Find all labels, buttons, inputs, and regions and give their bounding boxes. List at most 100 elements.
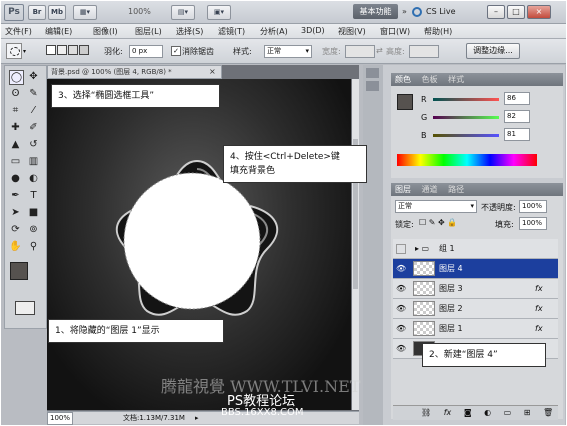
link-layers-icon[interactable]: ⛓ xyxy=(421,408,431,417)
color-spectrum-bar[interactable] xyxy=(397,154,537,166)
channel-g-input[interactable]: 82 xyxy=(504,110,530,123)
layer-effects-icon[interactable]: fx xyxy=(535,299,543,318)
tab-styles[interactable]: 样式 xyxy=(448,75,464,84)
refine-edge-button[interactable]: 调整边缘... xyxy=(466,43,520,59)
layer-row-group-1[interactable]: ▸ ▭ 组 1 xyxy=(393,239,558,259)
channel-b-input[interactable]: 81 xyxy=(504,128,530,141)
move-tool-icon[interactable]: ✥ xyxy=(27,70,40,83)
crop-tool-icon[interactable]: ⌗ xyxy=(9,104,22,117)
close-button[interactable]: × xyxy=(527,5,551,19)
preset-chevron-down-icon[interactable]: ▾ xyxy=(23,48,26,55)
layer-row-layer-4[interactable]: 👁 图层 4 xyxy=(393,259,558,279)
menu-edit[interactable]: 编辑(E) xyxy=(45,26,72,37)
screen-mode-button[interactable]: ▣▾ xyxy=(207,5,231,20)
minimize-button[interactable]: – xyxy=(487,5,505,19)
channel-g-slider[interactable] xyxy=(433,116,499,119)
menu-layer[interactable]: 图层(L) xyxy=(135,26,162,37)
dodge-tool-icon[interactable]: ◐ xyxy=(27,172,40,185)
hand-tool-icon[interactable]: ✋ xyxy=(9,240,22,253)
lasso-tool-icon[interactable]: ʘ xyxy=(9,87,22,100)
delete-layer-icon[interactable]: 🗑 xyxy=(543,408,553,417)
close-tab-icon[interactable]: × xyxy=(209,67,216,76)
gradient-tool-icon[interactable]: ▥ xyxy=(27,155,40,168)
menu-help[interactable]: 帮助(H) xyxy=(424,26,452,37)
menu-analysis[interactable]: 分析(A) xyxy=(260,26,288,37)
subtract-from-selection-icon[interactable] xyxy=(68,45,78,55)
eye-icon[interactable]: 👁 xyxy=(396,319,406,338)
swap-dimensions-icon[interactable]: ⇄ xyxy=(376,46,383,55)
tab-channels[interactable]: 通道 xyxy=(422,185,438,194)
channel-r-input[interactable]: 86 xyxy=(504,92,530,105)
menu-image[interactable]: 图像(I) xyxy=(93,26,118,37)
brush-tool-icon[interactable]: ✐ xyxy=(27,121,40,134)
eye-icon[interactable]: 👁 xyxy=(396,339,406,358)
shape-tool-icon[interactable]: ■ xyxy=(27,206,40,219)
document-tab[interactable]: 背景.psd @ 100% (图层 4, RGB/8) * xyxy=(47,65,222,79)
menu-filter[interactable]: 滤镜(T) xyxy=(218,26,245,37)
feather-input[interactable]: 0 px xyxy=(129,45,163,58)
tab-paths[interactable]: 路径 xyxy=(448,185,464,194)
history-brush-tool-icon[interactable]: ↺ xyxy=(27,138,40,151)
channel-b-slider[interactable] xyxy=(433,134,499,137)
tab-swatches[interactable]: 色板 xyxy=(422,75,438,84)
arrange-documents-button[interactable]: ▤▾ xyxy=(171,5,195,20)
view-extras-button[interactable]: ▦▾ xyxy=(73,5,97,20)
menu-window[interactable]: 窗口(W) xyxy=(380,26,410,37)
ellipse-marquee-tool-icon[interactable]: ◯ xyxy=(9,70,24,85)
workspace-basic-button[interactable]: 基本功能 xyxy=(353,4,398,19)
restore-button[interactable]: □ xyxy=(507,5,525,19)
layer-row-layer-1[interactable]: 👁 图层 1 fx xyxy=(393,319,558,339)
quick-mask-icon[interactable] xyxy=(15,301,35,315)
healing-brush-tool-icon[interactable]: ✚ xyxy=(9,121,22,134)
clone-stamp-tool-icon[interactable]: ▲ xyxy=(9,138,22,151)
add-style-icon[interactable]: fx xyxy=(444,408,452,417)
eye-icon[interactable]: 👁 xyxy=(396,279,406,298)
menu-3d[interactable]: 3D(D) xyxy=(301,26,325,35)
adjustment-layer-icon[interactable]: ◐ xyxy=(484,408,491,417)
path-selection-tool-icon[interactable]: ➤ xyxy=(9,206,22,219)
zoom-status-field[interactable]: 100% xyxy=(47,412,73,425)
3d-orbit-tool-icon[interactable]: ⊚ xyxy=(27,223,40,236)
opacity-input[interactable]: 100% xyxy=(519,200,547,213)
vertical-scrollbar[interactable] xyxy=(352,79,359,410)
document-canvas[interactable] xyxy=(47,79,351,410)
zoom-level[interactable]: 100% xyxy=(128,7,151,16)
quick-select-tool-icon[interactable]: ✎ xyxy=(27,87,40,100)
layer-row-layer-3[interactable]: 👁 图层 3 fx xyxy=(393,279,558,299)
panel-foreground-swatch[interactable] xyxy=(397,94,413,110)
pen-tool-icon[interactable]: ✒ xyxy=(9,189,22,202)
status-menu-chevron-icon[interactable]: ▸ xyxy=(195,412,199,424)
style-select[interactable]: 正常 ▾ xyxy=(264,45,312,58)
eyedropper-tool-icon[interactable]: ⁄ xyxy=(27,104,40,117)
new-selection-icon[interactable] xyxy=(46,45,56,55)
mini-bridge-button[interactable]: Mb xyxy=(48,5,66,20)
menu-select[interactable]: 选择(S) xyxy=(176,26,203,37)
channel-r-slider[interactable] xyxy=(433,98,499,101)
zoom-tool-icon[interactable]: ⚲ xyxy=(27,240,40,253)
history-panel-icon[interactable] xyxy=(366,68,379,78)
add-mask-icon[interactable]: ◙ xyxy=(464,408,472,417)
cs-live-label[interactable]: CS Live xyxy=(426,7,456,16)
menu-view[interactable]: 视图(V) xyxy=(338,26,366,37)
fill-input[interactable]: 100% xyxy=(519,217,547,230)
blend-mode-select[interactable]: 正常 ▾ xyxy=(395,200,477,213)
actions-panel-icon[interactable] xyxy=(366,81,379,91)
menu-file[interactable]: 文件(F) xyxy=(5,26,32,37)
foreground-color-swatch[interactable] xyxy=(10,262,28,280)
new-group-icon[interactable]: ▭ xyxy=(504,408,512,417)
layer-effects-icon[interactable]: fx xyxy=(535,279,543,298)
intersect-selection-icon[interactable] xyxy=(79,45,89,55)
layer-row-layer-2[interactable]: 👁 图层 2 fx xyxy=(393,299,558,319)
blur-tool-icon[interactable]: ● xyxy=(9,172,22,185)
layer-effects-icon[interactable]: fx xyxy=(535,319,543,338)
eraser-tool-icon[interactable]: ▭ xyxy=(9,155,22,168)
eye-icon[interactable]: 👁 xyxy=(396,299,406,318)
new-layer-icon[interactable]: ⊞ xyxy=(524,408,531,417)
bridge-button[interactable]: Br xyxy=(28,5,46,20)
tab-color[interactable]: 颜色 xyxy=(395,75,411,84)
tab-layers[interactable]: 图层 xyxy=(395,185,411,194)
width-input[interactable] xyxy=(345,45,375,58)
3d-rotate-tool-icon[interactable]: ⟳ xyxy=(9,223,22,236)
eye-icon[interactable]: 👁 xyxy=(396,259,406,278)
add-to-selection-icon[interactable] xyxy=(57,45,67,55)
